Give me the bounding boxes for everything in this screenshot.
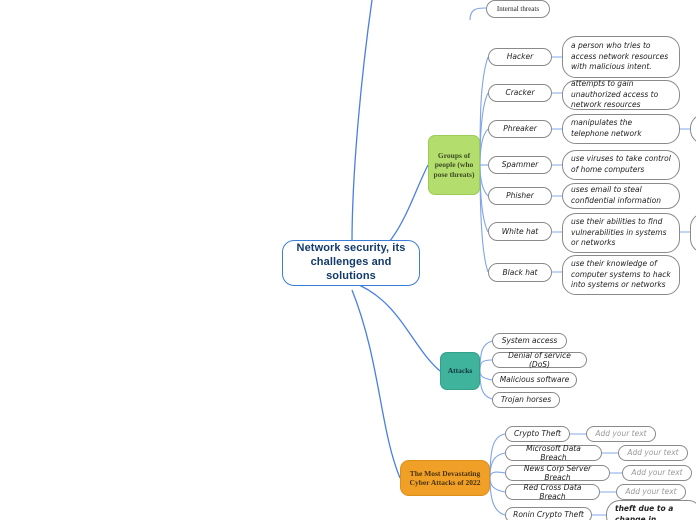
node-label: Black hat <box>502 267 538 277</box>
desc-black-hat[interactable]: use their knowledge of computer systems … <box>562 255 680 295</box>
node-phreaker[interactable]: Phreaker <box>488 120 552 138</box>
node-hacker[interactable]: Hacker <box>488 48 552 66</box>
node-label: Malicious software <box>499 375 570 385</box>
node-white-hat[interactable]: White hat <box>488 222 552 241</box>
desc-text: use their knowledge of computer systems … <box>571 258 671 290</box>
node-malicious-software[interactable]: Malicious software <box>492 372 577 388</box>
desc-overflow-bottom[interactable] <box>690 213 696 253</box>
desc-text: manipulates the telephone network <box>571 118 642 138</box>
branch-label: The Most Devastating Cyber Attacks of 20… <box>409 468 481 487</box>
desc-text: theft due to a change in <box>615 504 674 520</box>
node-dos[interactable]: Denial of service (DoS) <box>492 350 587 369</box>
node-label: Ronin Crypto Theft <box>513 510 584 520</box>
placeholder-red-cross[interactable]: Add your text <box>616 484 686 500</box>
node-label: System access <box>501 336 558 346</box>
node-black-hat[interactable]: Black hat <box>488 263 552 282</box>
node-trojan-horses[interactable]: Trojan horses <box>492 392 560 408</box>
branch-devastating-attacks-2022[interactable]: The Most Devastating Cyber Attacks of 20… <box>400 460 490 496</box>
desc-text: uses email to steal confidential informa… <box>571 185 661 205</box>
branch-groups-of-people[interactable]: Groups of people (who pose threats) <box>428 135 480 195</box>
placeholder-news-corp[interactable]: Add your text <box>622 465 692 481</box>
placeholder-text: Add your text <box>595 429 647 439</box>
node-red-cross-data-breach[interactable]: Red Cross Data Breach <box>505 482 600 501</box>
node-label: Phreaker <box>503 124 537 134</box>
node-ronin-crypto-theft[interactable]: Ronin Crypto Theft <box>505 507 592 520</box>
node-spammer[interactable]: Spammer <box>488 156 552 174</box>
branch-label: Groups of people (who pose threats) <box>433 150 475 179</box>
desc-text: attempts to gain unauthorized access to … <box>571 78 659 110</box>
branch-internal-threats[interactable]: Internal threats <box>486 0 550 18</box>
node-label: Cracker <box>505 88 535 98</box>
node-label: Microsoft Data Breach <box>526 443 581 462</box>
desc-overflow-top[interactable] <box>690 114 696 144</box>
desc-cracker[interactable]: attempts to gain unauthorized access to … <box>562 78 680 110</box>
placeholder-text: Add your text <box>625 487 677 497</box>
node-phisher[interactable]: Phisher <box>488 187 552 205</box>
branch-attacks[interactable]: Attacks <box>440 352 480 390</box>
root-node[interactable]: Network security, its challenges and sol… <box>282 240 420 286</box>
branch-label: Internal threats <box>496 4 540 13</box>
desc-text: a person who tries to access network res… <box>571 40 669 72</box>
desc-white-hat[interactable]: use their abilities to find vulnerabilit… <box>562 213 680 253</box>
placeholder-microsoft[interactable]: Add your text <box>618 445 688 461</box>
node-label: Hacker <box>506 52 534 62</box>
node-label: Crypto Theft <box>514 429 561 439</box>
node-label: Spammer <box>501 160 539 170</box>
placeholder-crypto-theft[interactable]: Add your text <box>586 426 656 442</box>
placeholder-text: Add your text <box>631 468 683 478</box>
node-label: Trojan horses <box>500 395 552 405</box>
node-label: News Corp Server Breach <box>523 463 592 482</box>
desc-spammer[interactable]: use viruses to take control of home comp… <box>562 150 680 180</box>
node-system-access[interactable]: System access <box>492 333 567 349</box>
desc-phisher[interactable]: uses email to steal confidential informa… <box>562 183 680 209</box>
node-label: Phisher <box>506 191 534 201</box>
placeholder-text: Add your text <box>627 448 679 458</box>
node-label: White hat <box>501 226 539 236</box>
node-crypto-theft[interactable]: Crypto Theft <box>505 426 570 442</box>
branch-label: Attacks <box>447 366 473 376</box>
node-label: Denial of service (DoS) <box>508 350 571 369</box>
node-microsoft-data-breach[interactable]: Microsoft Data Breach <box>505 443 602 462</box>
desc-text: use their abilities to find vulnerabilit… <box>571 216 667 248</box>
desc-phreaker[interactable]: manipulates the telephone network <box>562 114 680 144</box>
desc-hacker[interactable]: a person who tries to access network res… <box>562 36 680 78</box>
node-news-corp-server-breach[interactable]: News Corp Server Breach <box>505 463 610 482</box>
root-label: Network security, its challenges and sol… <box>296 242 406 282</box>
node-label: Red Cross Data Breach <box>523 482 582 501</box>
desc-ronin-crypto-theft[interactable]: theft due to a change in <box>606 500 696 520</box>
node-cracker[interactable]: Cracker <box>488 84 552 102</box>
mindmap-canvas: Network security, its challenges and sol… <box>0 0 696 520</box>
desc-text: use viruses to take control of home comp… <box>571 154 671 174</box>
